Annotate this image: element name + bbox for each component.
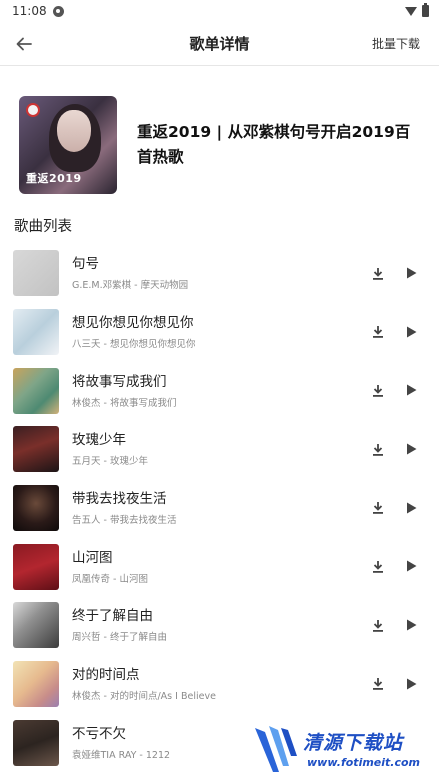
play-button[interactable] — [402, 557, 420, 575]
song-row[interactable]: 玫瑰少年 五月天 - 玫瑰少年 — [0, 420, 439, 479]
play-icon — [406, 678, 416, 690]
notification-icon — [52, 5, 64, 17]
song-thumbnail — [13, 485, 59, 532]
song-thumbnail — [13, 543, 59, 590]
play-icon — [406, 326, 416, 338]
download-icon — [373, 619, 383, 632]
badge-icon — [26, 103, 40, 117]
arrow-left-icon — [16, 37, 32, 51]
play-button[interactable] — [402, 440, 420, 458]
play-icon — [406, 384, 416, 396]
download-button[interactable] — [369, 616, 387, 634]
app-bar: 歌单详情 批量下载 — [0, 22, 439, 66]
play-icon — [406, 267, 416, 279]
song-thumbnail — [13, 719, 59, 766]
play-button[interactable] — [402, 264, 420, 282]
play-button[interactable] — [402, 499, 420, 517]
play-button[interactable] — [402, 381, 420, 399]
song-list: 句号 G.E.M.邓紫棋 - 摩天动物园 想见你想见你想见你 八三夭 - 想见你… — [0, 244, 439, 772]
download-icon — [373, 384, 383, 397]
download-icon — [373, 443, 383, 456]
play-button[interactable] — [402, 323, 420, 341]
download-icon — [373, 560, 383, 573]
playlist-title: 重返2019 | 从邓紫棋句号开启2019百首热歌 — [137, 123, 411, 166]
song-row[interactable]: 想见你想见你想见你 八三夭 - 想见你想见你想见你 — [0, 303, 439, 362]
song-thumbnail — [13, 250, 59, 297]
download-icon — [373, 326, 383, 338]
download-icon — [373, 502, 383, 515]
download-button[interactable] — [369, 557, 387, 575]
section-title: 歌曲列表 — [14, 219, 72, 235]
song-thumbnail — [13, 602, 59, 649]
download-button[interactable] — [369, 675, 387, 693]
playlist-header: 重返2019 重返2019 | 从邓紫棋句号开启2019百首热歌 — [0, 66, 439, 206]
play-icon — [406, 619, 416, 631]
song-row[interactable]: 对的时间点 林俊杰 - 对的时间点/As I Believe — [0, 655, 439, 714]
play-button[interactable] — [402, 675, 420, 693]
download-button[interactable] — [369, 499, 387, 517]
cover-text: 重返2019 — [26, 172, 82, 185]
song-row[interactable]: 山河图 凤凰传奇 - 山河图 — [0, 537, 439, 596]
battery-icon — [422, 3, 429, 17]
song-row[interactable]: 终于了解自由 周兴哲 - 终于了解自由 — [0, 596, 439, 655]
play-icon — [406, 502, 416, 514]
download-button[interactable] — [369, 381, 387, 399]
download-button[interactable] — [369, 323, 387, 341]
watermark-text: 清源下载站 — [303, 732, 404, 754]
song-row[interactable]: 带我去找夜生活 告五人 - 带我去找夜生活 — [0, 479, 439, 538]
playlist-cover[interactable]: 重返2019 — [19, 96, 117, 194]
song-thumbnail — [13, 661, 59, 708]
status-time: 11:08 — [12, 4, 47, 18]
watermark: 清源下载站 www.fotimeit.com — [249, 720, 439, 782]
song-row[interactable]: 句号 G.E.M.邓紫棋 - 摩天动物园 — [0, 244, 439, 303]
batch-download-button[interactable]: 批量下载 — [372, 35, 420, 52]
back-button[interactable] — [10, 30, 38, 58]
download-button[interactable] — [369, 264, 387, 282]
song-thumbnail — [13, 367, 59, 414]
watermark-logo-icon — [255, 726, 297, 772]
watermark-url: www.fotimeit.com — [307, 756, 421, 769]
song-thumbnail — [13, 426, 59, 473]
play-icon — [406, 560, 416, 572]
download-icon — [373, 267, 383, 280]
download-icon — [373, 678, 383, 691]
song-row[interactable]: 将故事写成我们 林俊杰 - 将故事写成我们 — [0, 361, 439, 420]
play-button[interactable] — [402, 616, 420, 634]
download-button[interactable] — [369, 440, 387, 458]
status-bar: 11:08 — [0, 0, 439, 22]
play-icon — [406, 443, 416, 455]
wifi-icon — [405, 6, 417, 16]
song-thumbnail — [13, 309, 59, 356]
